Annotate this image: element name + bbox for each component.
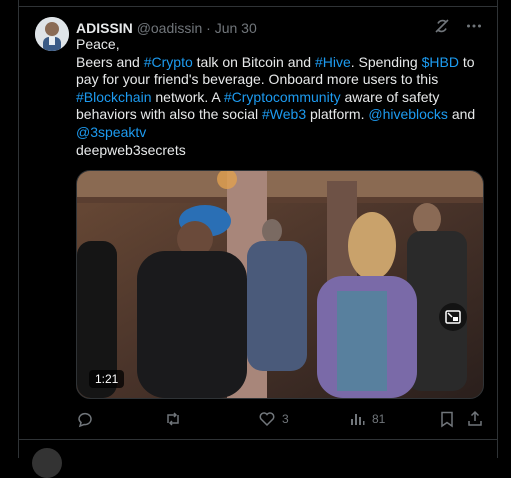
hashtag-crypto[interactable]: #Crypto (144, 54, 193, 70)
text-segment: Beers and (76, 53, 144, 70)
views-icon (351, 414, 365, 425)
text-segment: network. A (151, 88, 224, 105)
divider (19, 439, 497, 440)
separator: · (206, 20, 211, 36)
bookmark-icon (441, 411, 453, 428)
hashtag-hive[interactable]: #Hive (315, 54, 351, 70)
header-actions (433, 18, 483, 38)
author-name[interactable]: ADISSIN (76, 20, 133, 36)
share-button[interactable] (466, 409, 484, 429)
reply-icon (78, 412, 92, 428)
last-line: deepweb3secrets (76, 141, 186, 158)
author-handle[interactable]: @oadissin (137, 20, 203, 36)
like-count: 3 (282, 412, 289, 426)
like-button[interactable]: 3 (258, 409, 289, 429)
view-count: 81 (372, 412, 386, 426)
text-segment: . Spending (350, 53, 422, 70)
timeline-column: ADISSIN @oadissin · Jun 30 Peace, Beers … (18, 0, 498, 458)
video-thumbnail (77, 171, 483, 398)
mention-hiveblocks[interactable]: @hiveblocks (368, 106, 448, 122)
cashtag-hbd[interactable]: $HBD (422, 54, 459, 70)
mention-3speaktv[interactable]: @3speaktv (76, 124, 146, 140)
hashtag-web3[interactable]: #Web3 (262, 106, 306, 122)
text-segment: platform. (306, 106, 369, 123)
reply-button[interactable] (76, 409, 100, 429)
post[interactable]: ADISSIN @oadissin · Jun 30 Peace, Beers … (19, 7, 497, 439)
post-header: ADISSIN @oadissin · Jun 30 (76, 18, 483, 38)
bookmark-button[interactable] (438, 409, 456, 429)
repost-button[interactable] (164, 409, 188, 429)
avatar[interactable] (35, 17, 69, 51)
picture-in-picture-icon[interactable] (439, 303, 467, 331)
post-paragraph: Beers and #Crypto talk on Bitcoin and #H… (76, 54, 486, 142)
views-button[interactable]: 81 (348, 409, 385, 429)
hashtag-cryptocommunity[interactable]: #Cryptocommunity (224, 89, 341, 105)
text-segment: and (447, 106, 476, 123)
text-segment: talk on Bitcoin and (192, 53, 315, 70)
video-player[interactable]: 1:21 (76, 170, 484, 399)
avatar-image (35, 17, 69, 51)
post-date[interactable]: Jun 30 (215, 20, 257, 36)
heart-icon (259, 412, 275, 427)
post-text: Peace, Beers and #Crypto talk on Bitcoin… (76, 36, 486, 159)
hashtag-blockchain[interactable]: #Blockchain (76, 89, 152, 105)
share-icon (468, 410, 482, 426)
post-actions: 3 81 (76, 409, 483, 429)
repost-icon (167, 412, 179, 426)
greeting-line: Peace, (76, 36, 120, 52)
video-duration: 1:21 (89, 370, 125, 388)
